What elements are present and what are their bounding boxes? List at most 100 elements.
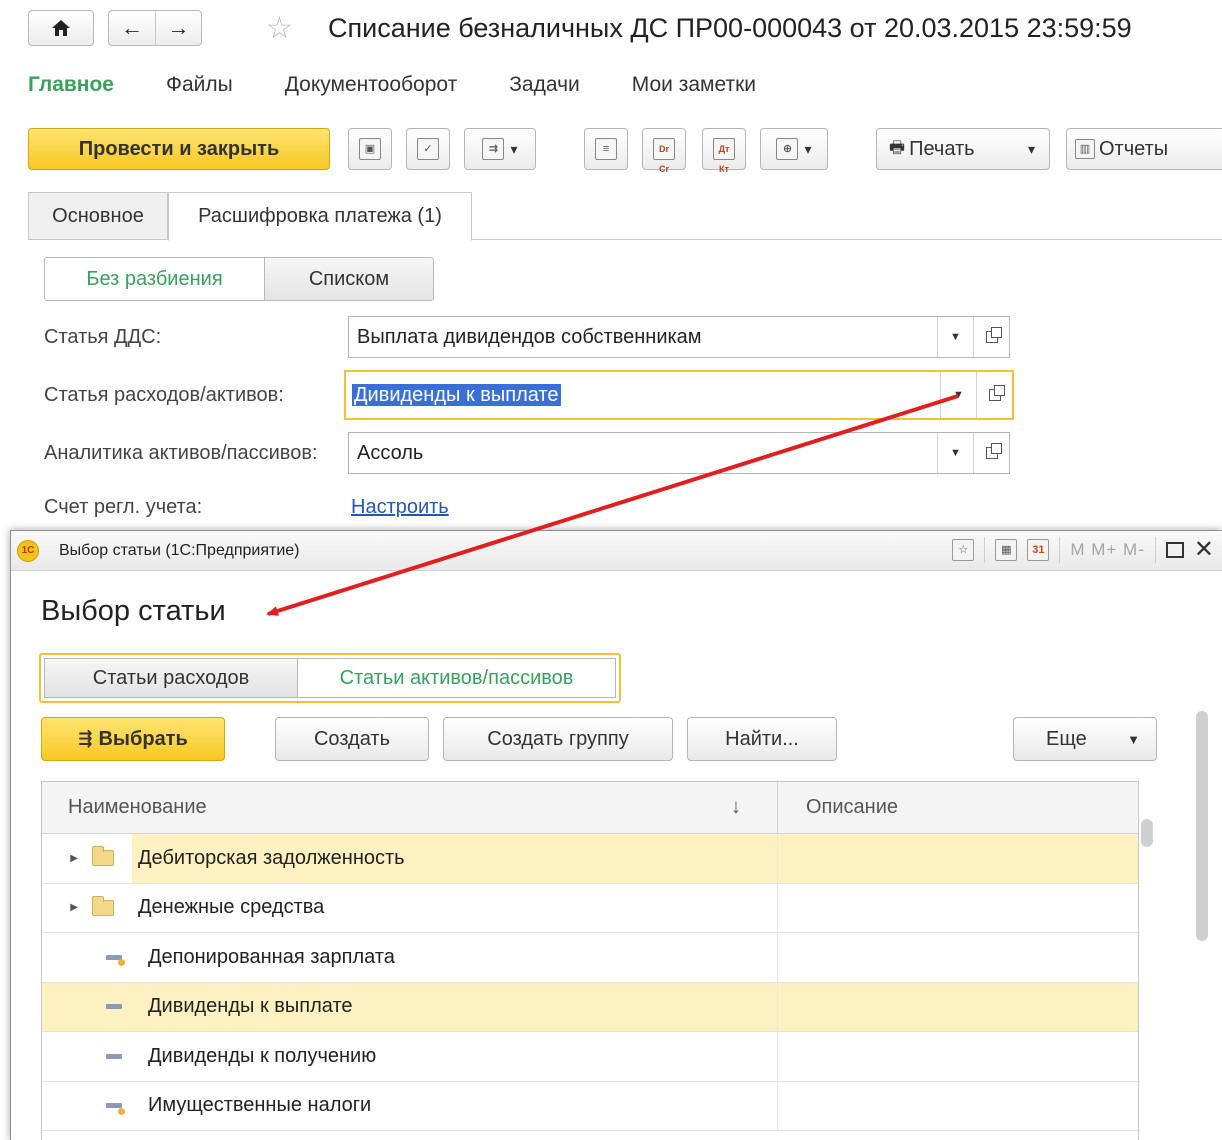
tax-item-icon [104,1096,125,1116]
article-type-options: Статьи расходов Статьи активов/пассивов [44,658,616,698]
print-button[interactable]: 🖶 Печать ▾ [876,128,1050,170]
table-row[interactable]: Дивиденды к получению [42,1032,1138,1082]
section-main[interactable]: Главное [28,73,114,97]
row-description-cell [778,1032,1138,1081]
expense-value: Дивиденды к выплате [352,383,561,406]
arrow-right-icon: → [167,15,190,40]
analytics-field[interactable]: Ассоль ▼ [348,432,1010,474]
no-split-option[interactable]: Без разбиения [45,258,264,300]
create-based-on-button[interactable]: ⇉ ▾ [464,128,536,170]
tab-payment-breakdown[interactable]: Расшифровка платежа (1) [168,192,472,241]
column-name[interactable]: Наименование ↓ [42,782,778,833]
favorites-icon[interactable]: ☆ [952,539,975,561]
asset-articles-option[interactable]: Статьи активов/пассивов [298,659,615,697]
post-document-icon: ✓ [417,138,439,160]
save-button[interactable]: ▣ [348,128,392,170]
select-label: Выбрать [98,727,188,750]
dt-kt-icon: Дт Кт [713,138,735,174]
dropdown-button[interactable]: ▼ [940,372,976,418]
home-button[interactable] [28,10,94,46]
expand-icon[interactable]: ▶ [42,853,78,864]
create-based-icon: ⇉ [482,138,505,160]
printer-icon: 🖶 [889,137,906,157]
journal-button[interactable]: ≡ [584,128,628,170]
more-button[interactable]: Еще ▼ [1013,717,1157,761]
section-docflow[interactable]: Документооборот [285,73,458,97]
post-and-close-button[interactable]: Провести и закрыть [28,128,330,170]
create-button[interactable]: Создать [275,717,429,761]
maximize-icon[interactable] [1165,542,1184,558]
post-button[interactable]: ✓ [406,128,450,170]
open-form-icon [985,443,1002,459]
history-nav: ← → [108,10,202,46]
table-scrollbar-thumb[interactable] [1141,819,1153,847]
dds-field[interactable]: Выплата дивидендов собственникам ▼ [348,316,1010,358]
1c-logo-icon: 1С [17,539,39,562]
more-label: Еще [1046,727,1087,750]
table-scrollbar[interactable] [1141,801,1153,1131]
close-icon[interactable]: ✕ [1194,538,1214,562]
dds-label: Статья ДДС: [44,326,162,348]
star-icon[interactable]: ☆ [266,14,293,44]
reports-button[interactable]: ▥ Отчеты [1066,128,1222,170]
split-mode-switch: Без разбиения Списком [44,257,434,301]
column-description[interactable]: Описание [778,782,1138,833]
configure-link[interactable]: Настроить [351,496,449,519]
table-row[interactable]: ▶ Денежные средства [42,883,1138,933]
row-name-cell: ▶ Дебиторская задолженность [42,834,778,883]
dt-kt-button[interactable]: Дт Кт [702,128,746,174]
create-group-button[interactable]: Создать группу [443,717,673,761]
row-description-cell [778,983,1138,1032]
row-name-cell: Дивиденды к получению [42,1032,778,1081]
row-description-cell [778,933,1138,982]
form-tabs: Основное Расшифровка платежа (1) [28,192,1222,241]
memory-buttons[interactable]: M M+ M- [1070,540,1145,560]
row-name: Депонированная зарплата [148,945,395,968]
open-button[interactable] [976,372,1012,418]
section-files[interactable]: Файлы [166,73,233,97]
open-button[interactable] [973,317,1009,357]
divider [984,537,986,563]
open-button[interactable] [973,433,1009,473]
folder-icon [92,895,114,916]
expense-field[interactable]: Дивиденды к выплате ▼ [344,370,1014,420]
row-description-cell [778,1082,1138,1131]
expense-articles-option[interactable]: Статьи расходов [45,659,298,697]
dr-cr-button[interactable]: Dr Cr [642,128,686,174]
account-label: Счет регл. учета: [44,496,203,518]
tab-main[interactable]: Основное [28,192,168,240]
popup-heading: Выбор статьи [41,595,226,627]
dropdown-button[interactable]: ▼ [937,317,973,357]
select-button[interactable]: ⇶ Выбрать [41,717,225,761]
table-row[interactable]: Депонированная зарплата [42,933,1138,983]
column-description-label: Описание [806,796,899,818]
row-name: Дивиденды к выплате [148,995,353,1018]
find-button[interactable]: Найти... [687,717,837,761]
window-scrollbar[interactable] [1194,681,1208,1140]
section-notes[interactable]: Мои заметки [632,73,756,97]
table-row[interactable]: Имущественные налоги [42,1081,1138,1131]
calendar-icon[interactable]: 31 [1027,539,1050,561]
dds-value: Выплата дивидендов собственникам [357,325,702,348]
expand-icon[interactable]: ▶ [42,902,78,913]
calculator-icon[interactable]: ▦ [995,539,1018,561]
table-row-selected[interactable]: Дивиденды к выплате [42,982,1138,1032]
dr-cr-icon: Dr Cr [653,138,675,174]
divider [1059,537,1061,563]
forward-button[interactable]: → [155,11,201,45]
window-tools: ☆ ▦ 31 M M+ M- ✕ [952,537,1214,563]
list-icon: ≡ [595,138,617,160]
table-row[interactable]: ▶ Дебиторская задолженность [42,834,1138,884]
attach-button[interactable]: ⊕ ▾ [760,128,828,170]
window-title: Выбор статьи (1С:Предприятие) [59,541,300,559]
dropdown-button[interactable]: ▼ [937,433,973,473]
window-scrollbar-thumb[interactable] [1196,711,1208,941]
chevron-down-icon: ▾ [510,140,518,157]
row-name-cell: ▶ Денежные средства [42,883,778,932]
print-label: Печать [909,137,975,160]
back-button[interactable]: ← [109,11,155,45]
section-bar: Главное Файлы Документооборот Задачи Мои… [28,73,808,97]
list-option[interactable]: Списком [264,258,433,300]
item-icon [104,1046,124,1066]
section-tasks[interactable]: Задачи [509,73,580,97]
